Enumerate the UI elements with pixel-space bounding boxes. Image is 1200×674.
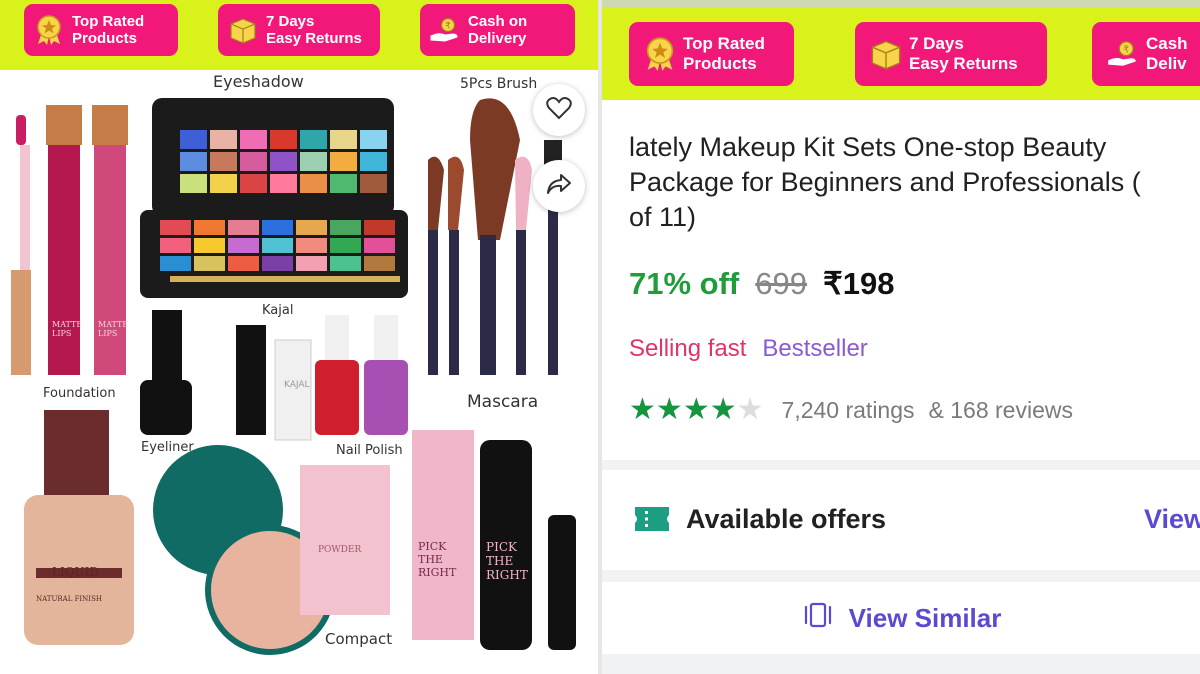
view-offers-link[interactable]: View xyxy=(1144,504,1200,535)
section-divider xyxy=(602,460,1200,470)
svg-text:₹: ₹ xyxy=(1123,44,1129,55)
kajal-label: Kajal xyxy=(262,303,294,318)
star-rating: ★ ★ ★ ★ ★ xyxy=(629,395,764,425)
medal-icon xyxy=(32,13,66,47)
view-similar-button[interactable]: View Similar xyxy=(602,582,1200,654)
star-icon: ★ xyxy=(682,393,710,426)
mascara-text: PICK THE RIGHT xyxy=(486,540,528,582)
eyeshadow-palette xyxy=(140,98,408,298)
product-tags: Selling fast Bestseller xyxy=(629,335,868,363)
eyeliner-group xyxy=(140,310,312,441)
trust-banner: Top Rated Products 7 Days Easy Returns ₹ C… xyxy=(602,0,1200,100)
hand-coin-icon: ₹ xyxy=(1106,37,1140,71)
star-icon: ★ xyxy=(709,393,737,426)
view-similar-label: View Similar xyxy=(848,602,1002,633)
ratings-count: 7,240 ratings xyxy=(781,396,915,423)
star-icon: ★ xyxy=(655,393,683,426)
easy-returns-badge: 7 Days Easy Returns xyxy=(218,4,380,56)
selling-fast-tag: Selling fast xyxy=(629,335,747,362)
nail-polish-label: Nail Polish xyxy=(336,443,403,458)
section-divider xyxy=(602,570,1200,582)
bestseller-tag: Bestseller xyxy=(762,335,868,362)
mascara-text: PICK THE RIGHT xyxy=(418,540,457,579)
foundation-label: Foundation xyxy=(43,386,116,401)
eyeliner-label: Eyeliner xyxy=(141,440,194,455)
brush-set xyxy=(428,98,562,375)
discount-percent: 71% off xyxy=(629,266,740,301)
section-divider xyxy=(602,654,1200,674)
eyeshadow-label: Eyeshadow xyxy=(213,72,304,91)
product-details-panel: Top Rated Products 7 Days Easy Returns ₹ C… xyxy=(602,0,1200,674)
compact-text: POWDER xyxy=(318,545,362,555)
brush-label: 5Pcs Brush xyxy=(460,76,538,92)
product-title: lately Makeup Kit Sets One-stop Beauty P… xyxy=(629,132,1141,232)
share-button[interactable] xyxy=(533,160,585,212)
heart-icon xyxy=(546,96,572,125)
medal-icon xyxy=(643,37,677,71)
rating-summary[interactable]: ★ ★ ★ ★ ★ 7,240 ratings & 168 reviews xyxy=(629,395,1073,425)
ticket-icon xyxy=(632,501,672,542)
foundation-bottle xyxy=(24,410,134,645)
reviews-count: & 168 reviews xyxy=(928,396,1073,423)
svg-text:₹: ₹ xyxy=(445,22,451,32)
cash-on-delivery-badge: ₹ Cash Deliv xyxy=(1092,22,1200,86)
lipstick-text: MATTE LIPS xyxy=(52,320,83,338)
foundation-text: FOUNDATION xyxy=(40,580,108,590)
wishlist-button[interactable] xyxy=(533,84,585,136)
top-rated-badge: Top Rated Products xyxy=(24,4,178,56)
product-image-panel: Top Rated Products 7 Days Easy Returns ₹ C… xyxy=(0,0,598,674)
original-price: 699 xyxy=(755,266,807,301)
compact-label: Compact xyxy=(325,630,393,648)
nail-polish-group xyxy=(315,315,408,435)
available-offers-row[interactable]: Available offers View xyxy=(602,470,1200,570)
foundation-text: NATURAL FINISH xyxy=(36,595,102,603)
box-icon xyxy=(226,13,260,47)
star-empty-icon: ★ xyxy=(736,393,764,426)
price-row: 71% off 699 ₹198 xyxy=(629,266,894,302)
available-offers-label: Available offers xyxy=(686,504,887,534)
lipstick-text: MATTE LIPS xyxy=(98,320,129,338)
similar-cards-icon xyxy=(801,602,835,635)
easy-returns-badge: 7 Days Easy Returns xyxy=(855,22,1047,86)
box-icon xyxy=(869,37,903,71)
kajal-tube-text: KAJAL xyxy=(284,380,310,390)
top-rated-badge: Top Rated Products xyxy=(629,22,794,86)
product-image: Eyeshadow 5Pcs Brush Kajal Foundation Ey… xyxy=(0,70,598,674)
hand-coin-icon: ₹ xyxy=(428,13,462,47)
cash-on-delivery-badge: ₹ Cash on Delivery xyxy=(420,4,575,56)
trust-banner: Top Rated Products 7 Days Easy Returns ₹ C… xyxy=(0,0,598,70)
share-icon xyxy=(546,173,572,200)
star-icon: ★ xyxy=(629,393,656,426)
mascara-label: Mascara xyxy=(467,392,539,412)
foundation-text: LIQUID xyxy=(52,565,100,579)
sale-price: ₹198 xyxy=(822,266,895,301)
